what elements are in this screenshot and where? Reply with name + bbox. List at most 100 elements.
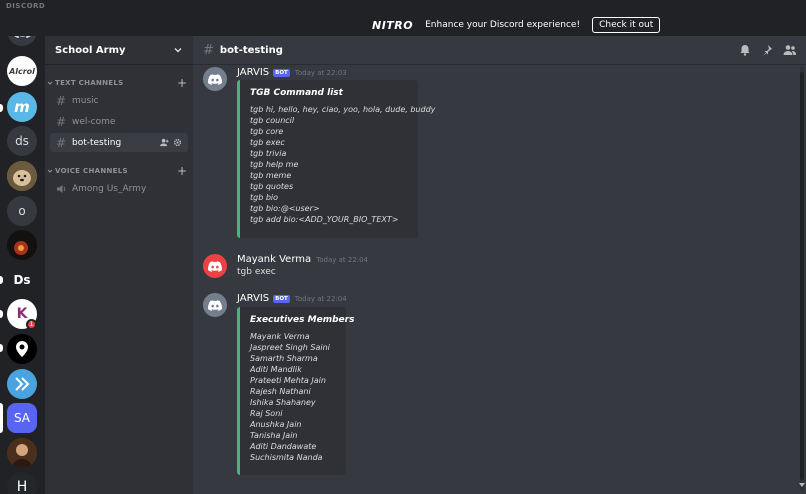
embed-line: Jaspreet Singh Saini — [250, 343, 330, 352]
unread-pill — [0, 344, 3, 352]
unread-pill — [0, 310, 3, 318]
server-person[interactable] — [7, 438, 37, 468]
server-Ds[interactable]: Ds — [7, 265, 37, 295]
map-pin-icon — [16, 341, 28, 357]
category-text-channels[interactable]: TEXT CHANNELS + — [45, 76, 193, 90]
channel-sidebar: School Army TEXT CHANNELS + # music # we… — [45, 36, 193, 494]
channel-bot-testing[interactable]: # bot-testing — [50, 133, 188, 152]
gear-icon[interactable] — [173, 138, 182, 147]
chevron-down-icon — [174, 48, 182, 53]
scroll-down-icon[interactable] — [799, 482, 805, 488]
unread-pill — [0, 276, 3, 284]
embed-executives: Executives Members Mayank Verma Jaspreet… — [237, 307, 355, 475]
selected-pill — [0, 403, 3, 433]
server-h[interactable]: H — [7, 472, 37, 494]
bot-tag: BOT — [273, 68, 290, 77]
chat-area: # bot-testing JARVIS BOT Today at 22:03 … — [193, 36, 806, 494]
embed-line: Tanisha Jain — [250, 431, 298, 440]
server-h-label: H — [16, 479, 28, 494]
hash-icon: # — [56, 114, 67, 129]
category-arrow-icon — [47, 81, 53, 85]
hash-icon: # — [203, 42, 214, 58]
author-name[interactable]: JARVIS — [237, 293, 269, 304]
server-arrow[interactable] — [7, 369, 37, 399]
server-o-label: o — [18, 204, 26, 218]
server-o[interactable]: o — [7, 196, 37, 226]
unread-pill — [0, 104, 3, 112]
server-alcrol[interactable]: Alcrol — [7, 56, 37, 86]
server-Ds-label: Ds — [13, 273, 31, 287]
author-name[interactable]: Mayank Verma — [237, 254, 311, 265]
embed-line: tgb trivia — [250, 149, 287, 158]
discord-app: DISCORD Alcrol m ds o Ds K 1 SA H NITRO … — [0, 0, 806, 494]
category-label: TEXT CHANNELS — [55, 79, 124, 87]
discord-wordmark: DISCORD — [6, 2, 46, 10]
nitro-text: Enhance your Discord experience! — [425, 20, 581, 30]
embed-line: tgb meme — [250, 171, 292, 180]
create-channel-icon[interactable]: + — [177, 77, 187, 89]
embed-line: Raj Soni — [250, 409, 283, 418]
channel-label: bot-testing — [72, 137, 122, 148]
create-channel-icon[interactable]: + — [177, 165, 187, 177]
pin-icon[interactable] — [761, 44, 773, 56]
server-dog[interactable] — [7, 161, 37, 191]
embed-line: tgb core — [250, 127, 284, 136]
mention-badge: 1 — [26, 319, 37, 330]
bell-icon[interactable] — [739, 44, 751, 56]
channel-label: music — [72, 95, 99, 106]
embed-line: Anushka Jain — [250, 420, 302, 429]
server-header[interactable]: School Army — [45, 36, 193, 65]
discord-logo-icon — [208, 73, 222, 85]
server-k-label: K — [16, 306, 28, 322]
chat-scrollbar[interactable] — [800, 66, 804, 491]
embed-title: Executives Members — [250, 315, 355, 325]
embed-command-list: TGB Command list tgb hi, hello, hey, cia… — [237, 80, 436, 238]
title-bar: DISCORD — [0, 0, 806, 14]
hash-icon: # — [56, 93, 67, 108]
avatar[interactable] — [203, 293, 227, 317]
channel-wel-come[interactable]: # wel-come — [50, 112, 188, 131]
embed-line: Aditi Dandawate — [250, 442, 317, 451]
embed-line: tgb bio — [250, 193, 279, 202]
timestamp: Today at 22:04 — [316, 255, 369, 264]
discord-logo-icon — [208, 299, 222, 311]
category-arrow-icon — [47, 169, 53, 173]
server-alcrol-label: Alcrol — [9, 66, 35, 76]
nitro-check-button[interactable]: Check it out — [592, 17, 661, 33]
person-avatar-icon — [7, 438, 37, 468]
red-burst-icon — [7, 230, 37, 260]
bot-tag: BOT — [273, 294, 290, 303]
nitro-banner: NITRO Enhance your Discord experience! C… — [0, 14, 806, 36]
category-voice-channels[interactable]: VOICE CHANNELS + — [45, 164, 193, 178]
avatar[interactable] — [203, 67, 227, 91]
server-m[interactable]: m — [7, 92, 37, 122]
invite-icon[interactable] — [160, 138, 169, 147]
double-arrow-icon — [15, 377, 30, 391]
embed-line: Aditi Mandlik — [250, 365, 302, 374]
category-label: VOICE CHANNELS — [55, 167, 128, 175]
voice-channel-among-us[interactable]: Among Us_Army — [50, 179, 188, 198]
server-ds-label: ds — [15, 134, 29, 148]
author-name[interactable]: JARVIS — [237, 67, 269, 78]
server-sa-label: SA — [13, 411, 31, 425]
embed-line: Samarth Sharma — [250, 354, 318, 363]
server-map[interactable] — [7, 334, 37, 364]
server-m-label: m — [14, 98, 30, 116]
timestamp: Today at 22:03 — [294, 68, 347, 77]
server-sa[interactable]: SA — [7, 403, 37, 433]
server-ds[interactable]: ds — [7, 126, 37, 156]
embed-line: tgb help me — [250, 160, 299, 169]
embed-line: Suchismita Nanda — [250, 453, 323, 462]
avatar[interactable] — [203, 254, 227, 278]
embed-line: tgb add bio:<ADD_YOUR_BIO_TEXT> — [250, 215, 399, 224]
server-red[interactable] — [7, 230, 37, 260]
server-rail: Alcrol m ds o Ds K 1 SA H — [0, 14, 45, 494]
members-icon[interactable] — [783, 44, 796, 56]
server-name: School Army — [55, 44, 126, 56]
channel-music[interactable]: # music — [50, 91, 188, 110]
embed-line: tgb hi, hello, hey, ciao, yoo, hola, dud… — [250, 105, 436, 114]
dog-avatar-icon — [7, 161, 37, 191]
embed-line: Rajesh Nathani — [250, 387, 311, 396]
hash-icon: # — [56, 135, 67, 150]
scroll-thumb[interactable] — [800, 72, 804, 480]
